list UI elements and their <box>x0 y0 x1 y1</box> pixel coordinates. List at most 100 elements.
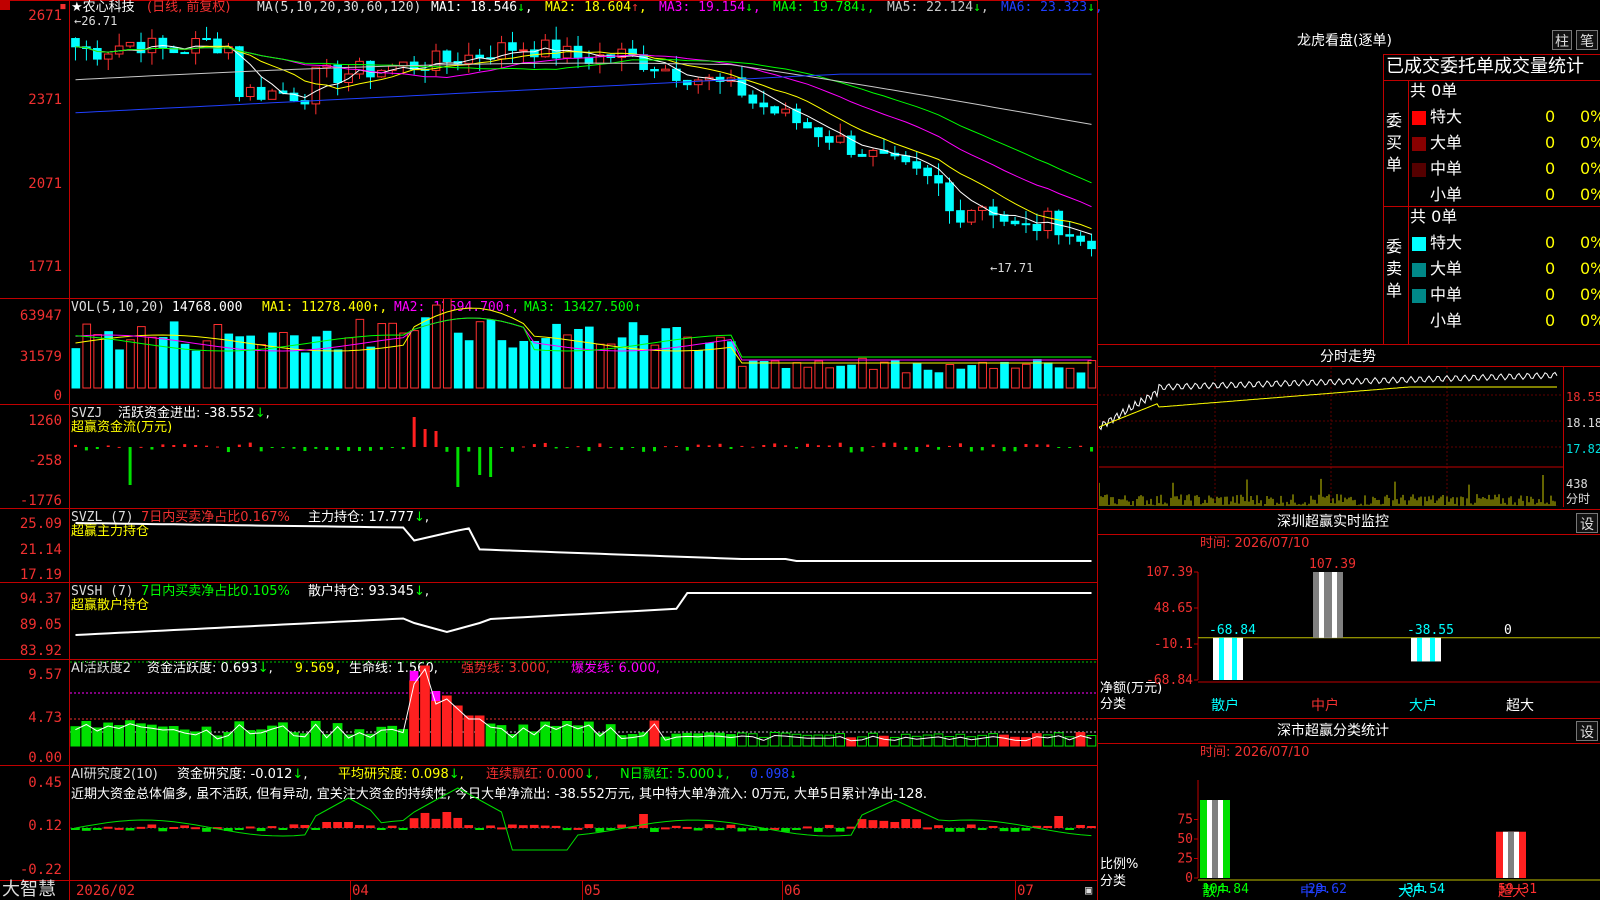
volume-bar <box>792 362 802 389</box>
activity-bar <box>1086 734 1097 747</box>
sz-stats-settings-button[interactable]: 设 <box>1576 721 1598 741</box>
candle <box>245 86 255 98</box>
sz-stats-title: 深市超赢分类统计 <box>1277 723 1389 739</box>
fund-flow-bar <box>303 447 307 452</box>
fund-flow-bar <box>456 447 460 487</box>
candle <box>508 42 517 51</box>
fund-flow-bar <box>1013 447 1017 452</box>
xaxis-label-5: 07 <box>1017 883 1034 899</box>
sz-monitor-settings-button[interactable]: 设 <box>1576 513 1598 533</box>
research-bar <box>901 819 911 828</box>
lock-icon[interactable]: ▣ <box>1085 883 1092 897</box>
volume-bar <box>1054 367 1064 389</box>
brand-label[interactable]: 大智慧 <box>2 880 56 900</box>
fund-flow-bar <box>707 445 711 447</box>
fund-flow-bar <box>1090 447 1094 452</box>
candle <box>442 50 452 63</box>
low-marker: ←17.71 <box>990 261 1034 275</box>
sell-row-2-p: 0% <box>1580 259 1600 278</box>
candle <box>977 206 987 211</box>
sell-row-2-v: 0 <box>1545 259 1556 278</box>
research-bar <box>573 827 583 830</box>
activity-bar <box>747 733 758 747</box>
activity-bar <box>988 733 998 747</box>
fund-flow-bar <box>128 447 132 485</box>
fund-flow-bar <box>751 446 755 448</box>
buy-order-label: 委买单 <box>1386 111 1403 174</box>
candle <box>158 37 168 49</box>
research-bar <box>278 828 288 830</box>
research-bar <box>289 824 299 828</box>
fund-flow-bar <box>412 417 416 447</box>
svzl-ytick-2: 21.14 <box>19 542 62 558</box>
candle <box>366 60 375 78</box>
fund-flow-bar <box>521 446 525 448</box>
fund-flow-bar <box>1002 447 1006 452</box>
column-view-button[interactable]: 柱 <box>1552 30 1572 50</box>
sz-stats-ytick-1: 75 <box>1177 813 1193 828</box>
volume-bar <box>574 328 583 389</box>
fund-flow-bar <box>958 443 962 447</box>
research-bar <box>344 822 353 828</box>
volume-bar <box>475 321 485 389</box>
svsh-ytick-1: 94.37 <box>19 591 62 607</box>
research-bar <box>934 825 943 828</box>
candle <box>147 37 157 54</box>
research-bar <box>813 828 823 832</box>
volume-bar <box>268 332 277 389</box>
volume-bar <box>541 338 550 389</box>
fund-flow-bar <box>390 447 394 448</box>
research-bar <box>660 827 670 830</box>
volume-bar <box>563 334 572 389</box>
fund-flow-bar <box>292 447 296 449</box>
candle <box>923 167 932 177</box>
sz-stats-time: 时间: 2026/07/10 <box>1200 745 1310 760</box>
fund-flow-bar <box>576 446 580 448</box>
retail-holding-chart <box>75 592 1092 636</box>
buy-row-4-v: 0 <box>1545 185 1556 204</box>
research-bar <box>988 825 998 828</box>
volume-bar <box>945 364 955 389</box>
research-bar <box>475 828 484 830</box>
activity-bar <box>594 732 605 747</box>
volume-bar <box>290 335 299 389</box>
research-bar <box>966 824 976 828</box>
fenshi-price-mid: 18.18 <box>1566 416 1600 430</box>
sz-stats-ytick-2: 50 <box>1177 832 1193 847</box>
research-bar <box>311 828 321 830</box>
activity-bar <box>999 734 1009 747</box>
fund-flow-bar <box>860 447 864 452</box>
candle <box>1054 210 1064 236</box>
research-bar <box>398 828 408 830</box>
ai1-ytick-1: 9.57 <box>28 667 62 683</box>
candle <box>103 53 113 60</box>
fund-flow-bar <box>73 444 77 447</box>
volume-bar <box>825 367 835 389</box>
sz-monitor-bar-2 <box>1313 572 1343 638</box>
candle <box>999 214 1009 222</box>
research-bar <box>256 828 266 832</box>
candle <box>693 79 703 86</box>
kline-ytick-2: 2371 <box>28 92 62 108</box>
fund-flow-bar <box>598 443 602 447</box>
research-bar <box>442 812 452 828</box>
activity-bar <box>562 720 572 747</box>
volume-bar <box>235 336 245 389</box>
candle <box>901 155 911 163</box>
vol-ytick-2: 31579 <box>19 349 62 365</box>
sz-stats-ylabel: 比例% <box>1100 857 1139 872</box>
volume-bar <box>727 341 736 389</box>
volume-bar <box>82 323 92 389</box>
fund-flow-bar <box>205 445 209 447</box>
buy-color-2 <box>1412 137 1426 151</box>
research-bar <box>486 825 495 828</box>
ai1-ytick-2: 4.73 <box>28 710 62 726</box>
ratio-chart: 7550250104.84 -29.62 -34.54 59.31 <box>1177 780 1600 897</box>
activity-bar <box>529 731 540 747</box>
buy-row-4-p: 0% <box>1580 185 1600 204</box>
research-bar <box>639 814 648 828</box>
volume-bar <box>879 361 889 389</box>
volume-bar <box>628 322 638 389</box>
sell-color-1 <box>1412 237 1426 251</box>
tick-view-button[interactable]: 笔 <box>1576 30 1598 50</box>
